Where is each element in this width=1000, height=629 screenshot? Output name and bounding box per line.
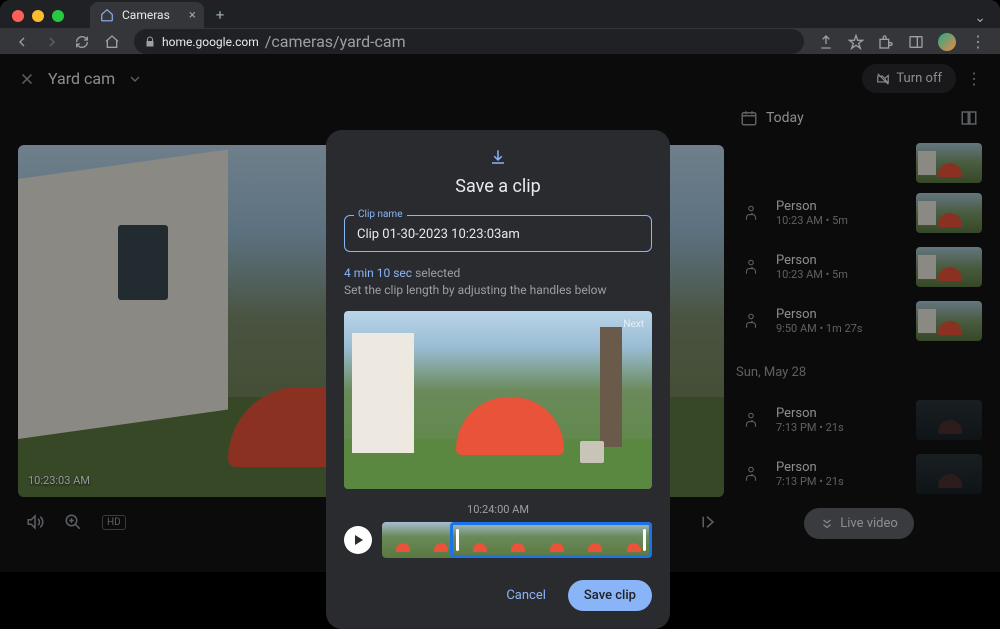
- home-favicon-icon: [100, 8, 114, 22]
- play-button[interactable]: [344, 526, 372, 554]
- tab-title: Cameras: [122, 8, 170, 22]
- clip-name-label: Clip name: [354, 209, 407, 220]
- save-clip-dialog: Save a clip Clip name 4 min 10 sec selec…: [326, 130, 670, 629]
- cancel-button[interactable]: Cancel: [494, 580, 558, 611]
- trim-handle-right[interactable]: [643, 529, 646, 551]
- lock-icon: [144, 36, 156, 48]
- forward-button[interactable]: [44, 34, 60, 50]
- reload-button[interactable]: [74, 34, 90, 50]
- clip-preview: Next: [344, 311, 652, 489]
- browser-tab[interactable]: Cameras ×: [90, 2, 204, 28]
- profile-avatar[interactable]: [938, 33, 956, 51]
- address-bar[interactable]: home.google.com/cameras/yard-cam: [134, 29, 804, 54]
- download-icon: [489, 148, 507, 166]
- home-button[interactable]: [104, 34, 120, 50]
- clip-duration: 4 min 10 sec: [344, 266, 412, 280]
- trim-selection[interactable]: [450, 522, 652, 558]
- window-maximize[interactable]: [52, 10, 64, 22]
- preview-next-badge: Next: [623, 319, 644, 330]
- clip-duration-suffix: selected: [415, 266, 460, 280]
- dialog-title: Save a clip: [344, 176, 652, 197]
- save-clip-button[interactable]: Save clip: [568, 580, 652, 611]
- window-close[interactable]: [12, 10, 24, 22]
- extensions-icon[interactable]: [878, 34, 894, 50]
- share-icon[interactable]: [818, 34, 834, 50]
- new-tab-button[interactable]: +: [216, 6, 225, 24]
- side-panel-icon[interactable]: [908, 34, 924, 50]
- url-path: /cameras/yard-cam: [265, 32, 406, 51]
- timeline-time-label: 10:24:00 AM: [344, 503, 652, 516]
- bookmark-icon[interactable]: [848, 34, 864, 50]
- back-button[interactable]: [14, 34, 30, 50]
- window-minimize[interactable]: [32, 10, 44, 22]
- play-icon: [355, 535, 363, 545]
- browser-menu-icon[interactable]: ⋮: [970, 32, 986, 51]
- clip-hint: Set the clip length by adjusting the han…: [344, 283, 652, 297]
- window-chevron-icon[interactable]: ⌄: [974, 10, 986, 26]
- trim-timeline[interactable]: [382, 522, 652, 558]
- trim-handle-left[interactable]: [456, 529, 459, 551]
- url-host: home.google.com: [162, 35, 259, 49]
- tab-close-icon[interactable]: ×: [189, 8, 196, 23]
- clip-name-input[interactable]: [344, 215, 652, 252]
